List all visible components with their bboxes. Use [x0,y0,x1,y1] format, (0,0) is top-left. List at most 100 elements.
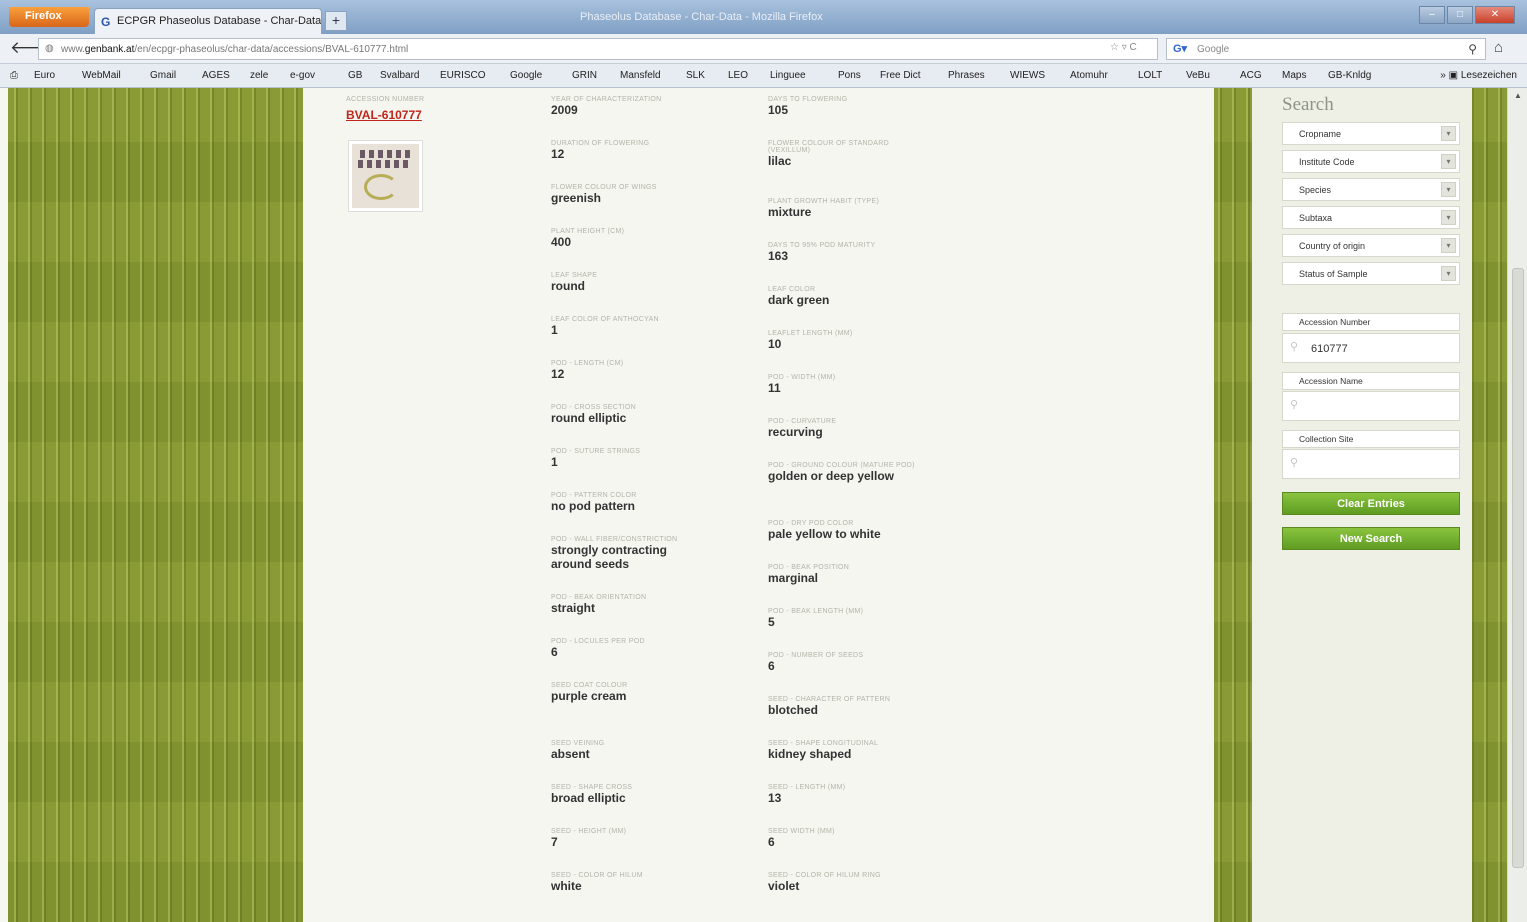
field-label: LEAF SHAPE [551,272,598,279]
field-seed-color-of-hilum-ring: SEED - COLOR OF HILUM RING violet [768,872,943,893]
new-search-button[interactable]: New Search [1282,527,1460,550]
bean-photo-thumbnail [352,144,419,208]
field-pod-number-of-seeds: POD - NUMBER OF SEEDS 6 [768,652,943,673]
field-value: 12 [551,367,565,381]
navigation-toolbar: 🡐 ◍ www.genbank.at/en/ecpgr-phaseolus/ch… [0,34,1527,64]
address-bar[interactable]: ◍ www.genbank.at/en/ecpgr-phaseolus/char… [38,38,1158,60]
chevron-down-icon[interactable]: ▾ [1441,266,1456,281]
bookmark-item[interactable]: Maps [1282,70,1306,81]
field-label: POD - NUMBER OF SEEDS [768,652,864,659]
collection-site-input[interactable]: ⚲ [1282,449,1460,479]
field-label: POD - GROUND COLOUR (MATURE POD) [768,462,915,469]
bookmark-item[interactable]: Svalbard [380,70,419,81]
bookmark-item[interactable]: Mansfeld [620,70,661,81]
bookmark-item[interactable]: Phrases [948,70,985,81]
field-leaf-color-anthocyan: LEAF COLOR OF ANTHOCYAN 1 [551,316,726,337]
field-flower-colour-standard: FLOWER COLOUR OF STANDARD (VEXILLUM) lil… [768,140,918,168]
field-label: DAYS TO FLOWERING [768,96,848,103]
field-label: SEED - COLOR OF HILUM RING [768,872,881,879]
close-icon[interactable]: ✕ [1475,6,1515,24]
clear-entries-button[interactable]: Clear Entries [1282,492,1460,515]
search-engine-icon[interactable]: G▾ [1173,42,1187,55]
browser-tab[interactable]: G ECPGR Phaseolus Database - Char-Data i… [94,8,322,34]
field-label: SEED WIDTH (MM) [768,828,835,835]
field-value: 105 [768,103,789,117]
bookmark-item[interactable]: Google [510,70,542,81]
chevron-down-icon[interactable]: ▾ [1441,238,1456,253]
bookmark-item[interactable]: Linguee [770,70,806,81]
field-plant-growth-habit: PLANT GROWTH HABIT (TYPE) mixture [768,198,943,219]
search-bar[interactable]: G▾ Google ⚲ [1166,38,1486,60]
field-value: 6 [551,645,558,659]
field-label: LEAF COLOR OF ANTHOCYAN [551,316,659,323]
bookmark-item[interactable]: Euro [34,70,55,81]
main-content: ACCESSION NUMBER BVAL-610777 YEAR OF CHA… [303,88,1472,922]
reload-icon[interactable]: C [1130,42,1137,53]
bookmark-item[interactable]: EURISCO [440,70,486,81]
field-year-of-characterization: YEAR OF CHARACTERIZATION 2009 [551,96,726,117]
bookmark-item[interactable]: VeBu [1186,70,1210,81]
bookmark-item[interactable]: Free Dict [880,70,921,81]
maximize-icon[interactable]: □ [1447,6,1473,24]
field-pod-suture-strings: POD - SUTURE STRINGS 1 [551,448,726,469]
accession-photo[interactable] [348,140,423,212]
bookmark-item[interactable]: ACG [1240,70,1262,81]
scrollbar-thumb[interactable] [1512,268,1524,868]
field-value: 2009 [551,103,578,117]
vertical-scrollbar[interactable]: ▲ [1507,88,1527,922]
field-value: round [551,279,585,293]
firefox-menu-button[interactable]: Firefox [9,7,89,27]
home-icon[interactable]: ⌂ [1494,39,1503,56]
field-seed-shape-longitudinal: SEED - SHAPE LONGITUDINAL kidney shaped [768,740,943,761]
chevron-down-icon[interactable]: ▾ [1441,210,1456,225]
bookmark-item[interactable]: LOLT [1138,70,1162,81]
bookmarks-menu[interactable]: » ▣ Lesezeichen [1440,70,1517,81]
field-label: POD - LOCULES PER POD [551,638,645,645]
dropdown-status-of-sample[interactable]: Status of Sample ▾ [1282,262,1460,285]
bookmark-item[interactable]: SLK [686,70,705,81]
field-label: DURATION OF FLOWERING [551,140,650,147]
bookmark-item[interactable]: Gmail [150,70,176,81]
new-tab-button[interactable]: + [325,11,347,31]
bookmark-item[interactable]: GB [348,70,362,81]
bookmark-item[interactable]: GB-Knldg [1328,70,1371,81]
dropdown-institute-code[interactable]: Institute Code ▾ [1282,150,1460,173]
field-value: 5 [768,615,775,629]
scroll-up-arrow-icon[interactable]: ▲ [1514,91,1522,100]
field-pod-locules: POD - LOCULES PER POD 6 [551,638,726,659]
chevron-down-icon[interactable]: ▾ [1441,154,1456,169]
field-value: white [551,879,582,893]
star-icon[interactable]: ☆ [1110,42,1119,53]
bookmark-item[interactable]: AGES [202,70,230,81]
field-label: PLANT GROWTH HABIT (TYPE) [768,198,880,205]
field-pod-dry-color: POD - DRY POD COLOR pale yellow to white [768,520,943,541]
dropdown-country-of-origin[interactable]: Country of origin ▾ [1282,234,1460,257]
field-value: 10 [768,337,782,351]
back-arrow-icon[interactable]: 🡐 [10,38,56,60]
bookmark-item[interactable]: GRIN [572,70,597,81]
accession-number-input[interactable]: ⚲ 610777 [1282,333,1460,363]
bookmark-item[interactable]: zele [250,70,268,81]
accession-number-link[interactable]: BVAL-610777 [346,108,422,122]
accession-name-input[interactable]: ⚲ [1282,391,1460,421]
dropdown-species[interactable]: Species ▾ [1282,178,1460,201]
field-label: POD - PATTERN COLOR [551,492,637,499]
collection-site-field-label: Collection Site [1282,430,1460,448]
chevron-down-icon[interactable]: ▾ [1441,182,1456,197]
bookmark-item[interactable]: LEO [728,70,748,81]
minimize-icon[interactable]: – [1419,6,1445,24]
printer-icon[interactable]: ⎙ [10,70,18,81]
accession-number-value: 610777 [1311,343,1348,355]
dropdown-subtaxa[interactable]: Subtaxa ▾ [1282,206,1460,229]
bookmark-item[interactable]: Atomuhr [1070,70,1108,81]
field-value: golden or deep yellow [768,469,895,483]
dropdown-cropname[interactable]: Cropname ▾ [1282,122,1460,145]
bookmark-item[interactable]: e-gov [290,70,315,81]
field-value: purple cream [551,689,627,703]
field-pod-wall-fiber: POD - WALL FIBER/CONSTRICTION strongly c… [551,536,691,571]
bookmark-item[interactable]: WIEWS [1010,70,1045,81]
search-magnifier-icon[interactable]: ⚲ [1468,42,1477,56]
bookmark-item[interactable]: WebMail [82,70,121,81]
bookmark-item[interactable]: Pons [838,70,861,81]
chevron-down-icon[interactable]: ▾ [1441,126,1456,141]
